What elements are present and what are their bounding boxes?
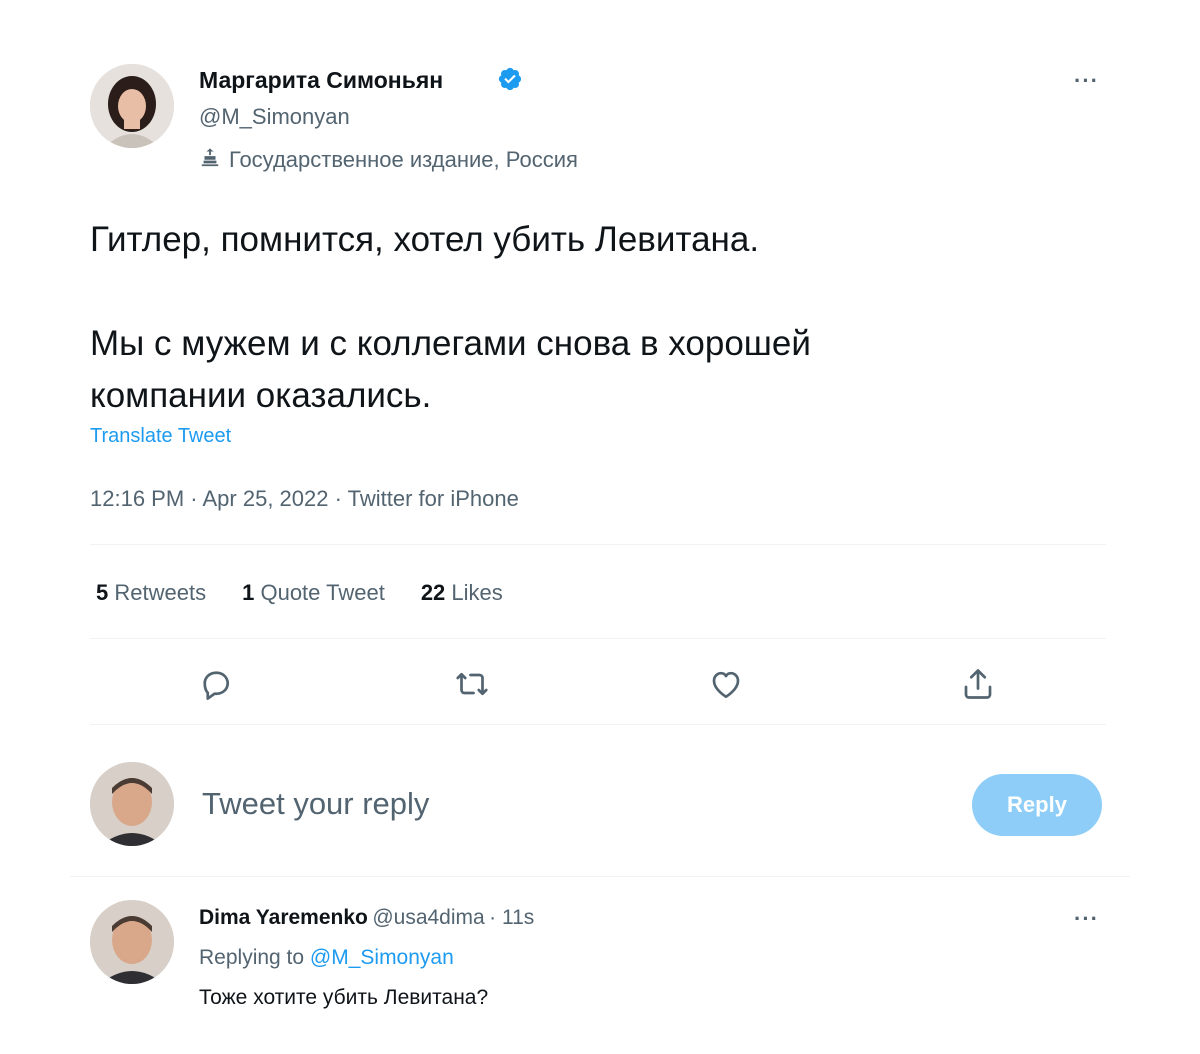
reply-author-avatar-image bbox=[90, 900, 174, 984]
replying-to-line: Replying to @M_Simonyan bbox=[199, 946, 454, 970]
more-horizontal-icon[interactable]: ··· bbox=[1074, 70, 1099, 92]
tweet-timestamp[interactable]: 12:16 PM · Apr 25, 2022 · Twitter for iP… bbox=[90, 486, 519, 512]
reply-author-avatar[interactable] bbox=[90, 900, 174, 984]
divider bbox=[70, 876, 1130, 877]
tweet-text-line: компании оказались. bbox=[90, 376, 432, 415]
reply-header: Dima Yaremenko @usa4dima · 11s bbox=[199, 906, 534, 930]
divider bbox=[90, 724, 1106, 725]
replying-to-mention[interactable]: @M_Simonyan bbox=[310, 946, 454, 969]
likes-stat[interactable]: 22 Likes bbox=[421, 580, 503, 606]
share-icon[interactable] bbox=[960, 666, 996, 702]
state-media-icon bbox=[199, 146, 221, 174]
reply-input[interactable] bbox=[202, 784, 902, 824]
reply-text: Тоже хотите убить Левитана? bbox=[199, 986, 489, 1009]
verified-badge-icon bbox=[497, 66, 523, 92]
divider bbox=[90, 544, 1106, 545]
retweets-count: 5 bbox=[96, 580, 109, 605]
tweet-stats: 5 Retweets 1 Quote Tweet 22 Likes bbox=[96, 580, 503, 606]
state-media-label[interactable]: Государственное издание, Россия bbox=[199, 146, 578, 174]
likes-count: 22 bbox=[420, 580, 446, 605]
tweet-text-line: Гитлер, помнится, хотел убить Левитана. bbox=[90, 220, 760, 259]
quote-tweets-label: Quote Tweet bbox=[260, 580, 385, 605]
tweet-text-line: Мы с мужем и с коллегами снова в хорошей bbox=[90, 324, 811, 363]
retweets-stat[interactable]: 5 Retweets bbox=[96, 580, 206, 606]
retweets-label: Retweets bbox=[114, 580, 207, 605]
like-icon[interactable] bbox=[708, 666, 744, 702]
reply-more-icon[interactable]: ··· bbox=[1074, 908, 1099, 930]
reply-button[interactable]: Reply bbox=[972, 774, 1102, 836]
likes-label: Likes bbox=[451, 580, 503, 605]
current-user-avatar-image bbox=[90, 762, 174, 846]
author-avatar-image bbox=[90, 64, 174, 148]
quote-tweets-stat[interactable]: 1 Quote Tweet bbox=[242, 580, 385, 606]
retweet-icon[interactable] bbox=[454, 666, 490, 702]
author-avatar[interactable] bbox=[90, 64, 174, 148]
author-display-name[interactable]: Маргарита Симоньян bbox=[199, 67, 443, 94]
quote-tweets-count: 1 bbox=[242, 580, 255, 605]
state-media-label-text: Государственное издание, Россия bbox=[229, 147, 578, 172]
reply-author-name[interactable]: Dima Yaremenko bbox=[199, 906, 368, 929]
divider bbox=[90, 638, 1106, 639]
current-user-avatar[interactable] bbox=[90, 762, 174, 846]
reply-icon[interactable] bbox=[198, 666, 234, 702]
tweet-text: Гитлер, помнится, хотел убить Левитана. … bbox=[90, 214, 1070, 422]
reply-timestamp[interactable]: · 11s bbox=[489, 906, 534, 929]
replying-to-prefix: Replying to bbox=[199, 946, 305, 969]
reply-author-handle[interactable]: @usa4dima bbox=[372, 906, 484, 929]
translate-tweet-link[interactable]: Translate Tweet bbox=[90, 425, 231, 448]
author-handle[interactable]: @M_Simonyan bbox=[199, 104, 350, 130]
